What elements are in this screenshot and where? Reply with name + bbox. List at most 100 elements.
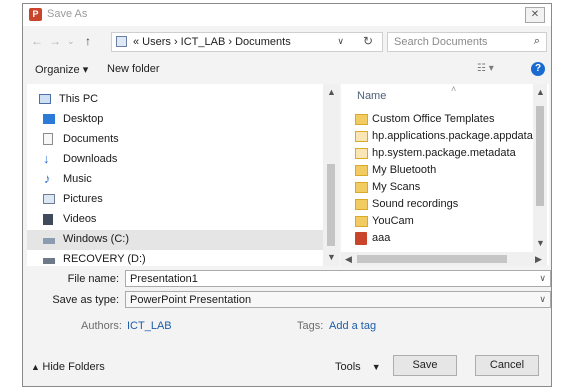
- scrollbar-thumb[interactable]: [327, 164, 335, 246]
- organize-button[interactable]: Organize ▾: [35, 63, 88, 76]
- nav-item-label: This PC: [59, 93, 99, 105]
- nav-item-label: Desktop: [63, 113, 104, 125]
- drive-icon: [43, 238, 55, 244]
- recent-locations-icon[interactable]: ⌄: [67, 36, 75, 47]
- scroll-right-icon[interactable]: ▶: [535, 254, 542, 265]
- search-icon[interactable]: ⌕: [534, 35, 540, 48]
- forward-icon[interactable]: →: [49, 34, 61, 48]
- sort-ascending-icon: ˄: [451, 84, 457, 94]
- dialog-footer: ▲ Hide Folders Tools ▼ Save Cancel: [23, 350, 551, 384]
- nav-item-this-pc[interactable]: This PC: [27, 90, 327, 110]
- videos-icon: [43, 214, 53, 225]
- list-item[interactable]: Custom Office Templates: [355, 112, 537, 128]
- file-name-value: Presentation1: [130, 273, 198, 285]
- music-icon: ♪: [44, 171, 51, 186]
- documents-icon: [43, 133, 53, 145]
- save-type-label: Save as type:: [52, 294, 119, 306]
- cancel-button[interactable]: Cancel: [475, 355, 539, 376]
- pc-icon: [39, 94, 51, 104]
- authors-value[interactable]: ICT_LAB: [127, 320, 172, 332]
- chevron-up-icon: ▲: [31, 362, 43, 372]
- list-item-label: hp.system.package.metadata: [372, 147, 516, 159]
- tags-label: Tags:: [297, 320, 324, 332]
- back-icon[interactable]: ←: [31, 34, 43, 48]
- list-item[interactable]: hp.applications.package.appdata: [355, 129, 537, 145]
- tools-button[interactable]: Tools ▼: [335, 361, 381, 373]
- refresh-icon[interactable]: ↻: [363, 34, 373, 48]
- powerpoint-file-icon: [355, 232, 367, 245]
- up-icon[interactable]: ↑: [85, 34, 91, 48]
- search-placeholder: Search Documents: [394, 36, 488, 48]
- tags-value[interactable]: Add a tag: [329, 320, 376, 332]
- file-list-pane: ˄ Name Custom Office Templates hp.applic…: [341, 84, 549, 266]
- title-bar: P Save As ✕: [23, 4, 551, 26]
- powerpoint-icon: P: [29, 8, 42, 21]
- file-name-field[interactable]: Presentation1 ∨: [125, 270, 551, 287]
- nav-pane-scrollbar[interactable]: ▲ ▼: [323, 84, 339, 266]
- nav-item-desktop[interactable]: Desktop: [27, 110, 327, 130]
- nav-item-downloads[interactable]: ↓ Downloads: [27, 150, 327, 170]
- desktop-icon: [43, 114, 55, 124]
- pictures-icon: [43, 194, 55, 204]
- save-type-value: PowerPoint Presentation: [130, 294, 252, 306]
- file-pane-vertical-scrollbar[interactable]: ▲ ▼: [533, 84, 547, 252]
- list-item-label: Sound recordings: [372, 198, 459, 210]
- new-folder-button[interactable]: New folder: [107, 63, 160, 75]
- scroll-down-icon[interactable]: ▼: [327, 252, 336, 262]
- file-pane-horizontal-scrollbar[interactable]: ◀ ▶: [341, 252, 547, 266]
- nav-item-label: Videos: [63, 213, 97, 225]
- hide-folders-button[interactable]: ▲ Hide Folders: [31, 361, 105, 373]
- nav-item-label: Downloads: [63, 153, 118, 165]
- address-row: ← → ⌄ ↑ « Users › ICT_LAB › Documents ∨ …: [23, 30, 551, 54]
- list-item-label: My Bluetooth: [372, 164, 437, 176]
- list-item[interactable]: aaa: [355, 231, 537, 247]
- chevron-down-icon[interactable]: ∨: [337, 36, 344, 47]
- nav-item-recovery-d[interactable]: RECOVERY (D:): [27, 250, 327, 266]
- scrollbar-thumb[interactable]: [357, 255, 507, 263]
- list-item[interactable]: My Bluetooth: [355, 163, 537, 179]
- chevron-down-icon[interactable]: ∨: [539, 294, 546, 305]
- save-as-dialog: P Save As ✕ ← → ⌄ ↑ « Users › ICT_LAB › …: [22, 3, 552, 387]
- nav-item-windows-c[interactable]: Windows (C:): [27, 230, 327, 250]
- window-title: Save As: [47, 8, 88, 20]
- scrollbar-thumb[interactable]: [536, 106, 544, 206]
- scroll-up-icon[interactable]: ▲: [327, 87, 336, 97]
- folder-icon: [355, 182, 368, 193]
- list-item-label: Custom Office Templates: [372, 113, 495, 125]
- list-item[interactable]: Sound recordings: [355, 197, 537, 213]
- save-button[interactable]: Save: [393, 355, 457, 376]
- list-item-label: YouCam: [372, 215, 414, 227]
- column-header-name[interactable]: Name: [357, 90, 386, 102]
- nav-item-documents[interactable]: Documents: [27, 130, 327, 150]
- list-item[interactable]: My Scans: [355, 180, 537, 196]
- nav-item-music[interactable]: ♪ Music: [27, 170, 327, 190]
- nav-item-pictures[interactable]: Pictures: [27, 190, 327, 210]
- search-input[interactable]: Search Documents ⌕: [387, 32, 547, 52]
- caret-down-icon: ▼: [371, 362, 381, 372]
- drive-icon: [43, 258, 55, 264]
- navigation-pane: This PC Desktop Documents ↓ Downloads ♪ …: [27, 84, 337, 266]
- scroll-up-icon[interactable]: ▲: [536, 87, 545, 97]
- address-bar[interactable]: « Users › ICT_LAB › Documents ∨ ↻: [111, 32, 383, 52]
- nav-item-label: Music: [63, 173, 92, 185]
- view-options-icon[interactable]: ☷ ▾: [477, 63, 494, 74]
- save-type-select[interactable]: PowerPoint Presentation ∨: [125, 291, 551, 308]
- toolbar: Organize ▾ New folder ☷ ▾ ?: [23, 60, 551, 80]
- address-path[interactable]: « Users › ICT_LAB › Documents: [133, 36, 291, 48]
- scroll-down-icon[interactable]: ▼: [536, 238, 545, 248]
- file-name-label: File name:: [67, 273, 119, 285]
- chevron-down-icon[interactable]: ∨: [539, 273, 546, 284]
- pc-icon: [116, 36, 127, 47]
- list-item-label: aaa: [372, 232, 391, 244]
- close-button[interactable]: ✕: [525, 7, 545, 23]
- nav-item-videos[interactable]: Videos: [27, 210, 327, 230]
- help-icon[interactable]: ?: [531, 62, 545, 76]
- authors-label: Authors:: [81, 320, 122, 332]
- folder-icon: [355, 199, 368, 210]
- downloads-icon: ↓: [43, 151, 50, 166]
- folder-icon: [355, 148, 368, 159]
- list-item[interactable]: hp.system.package.metadata: [355, 146, 537, 162]
- list-item[interactable]: YouCam: [355, 214, 537, 230]
- list-item-label: hp.applications.package.appdata: [372, 130, 533, 142]
- scroll-left-icon[interactable]: ◀: [345, 254, 352, 265]
